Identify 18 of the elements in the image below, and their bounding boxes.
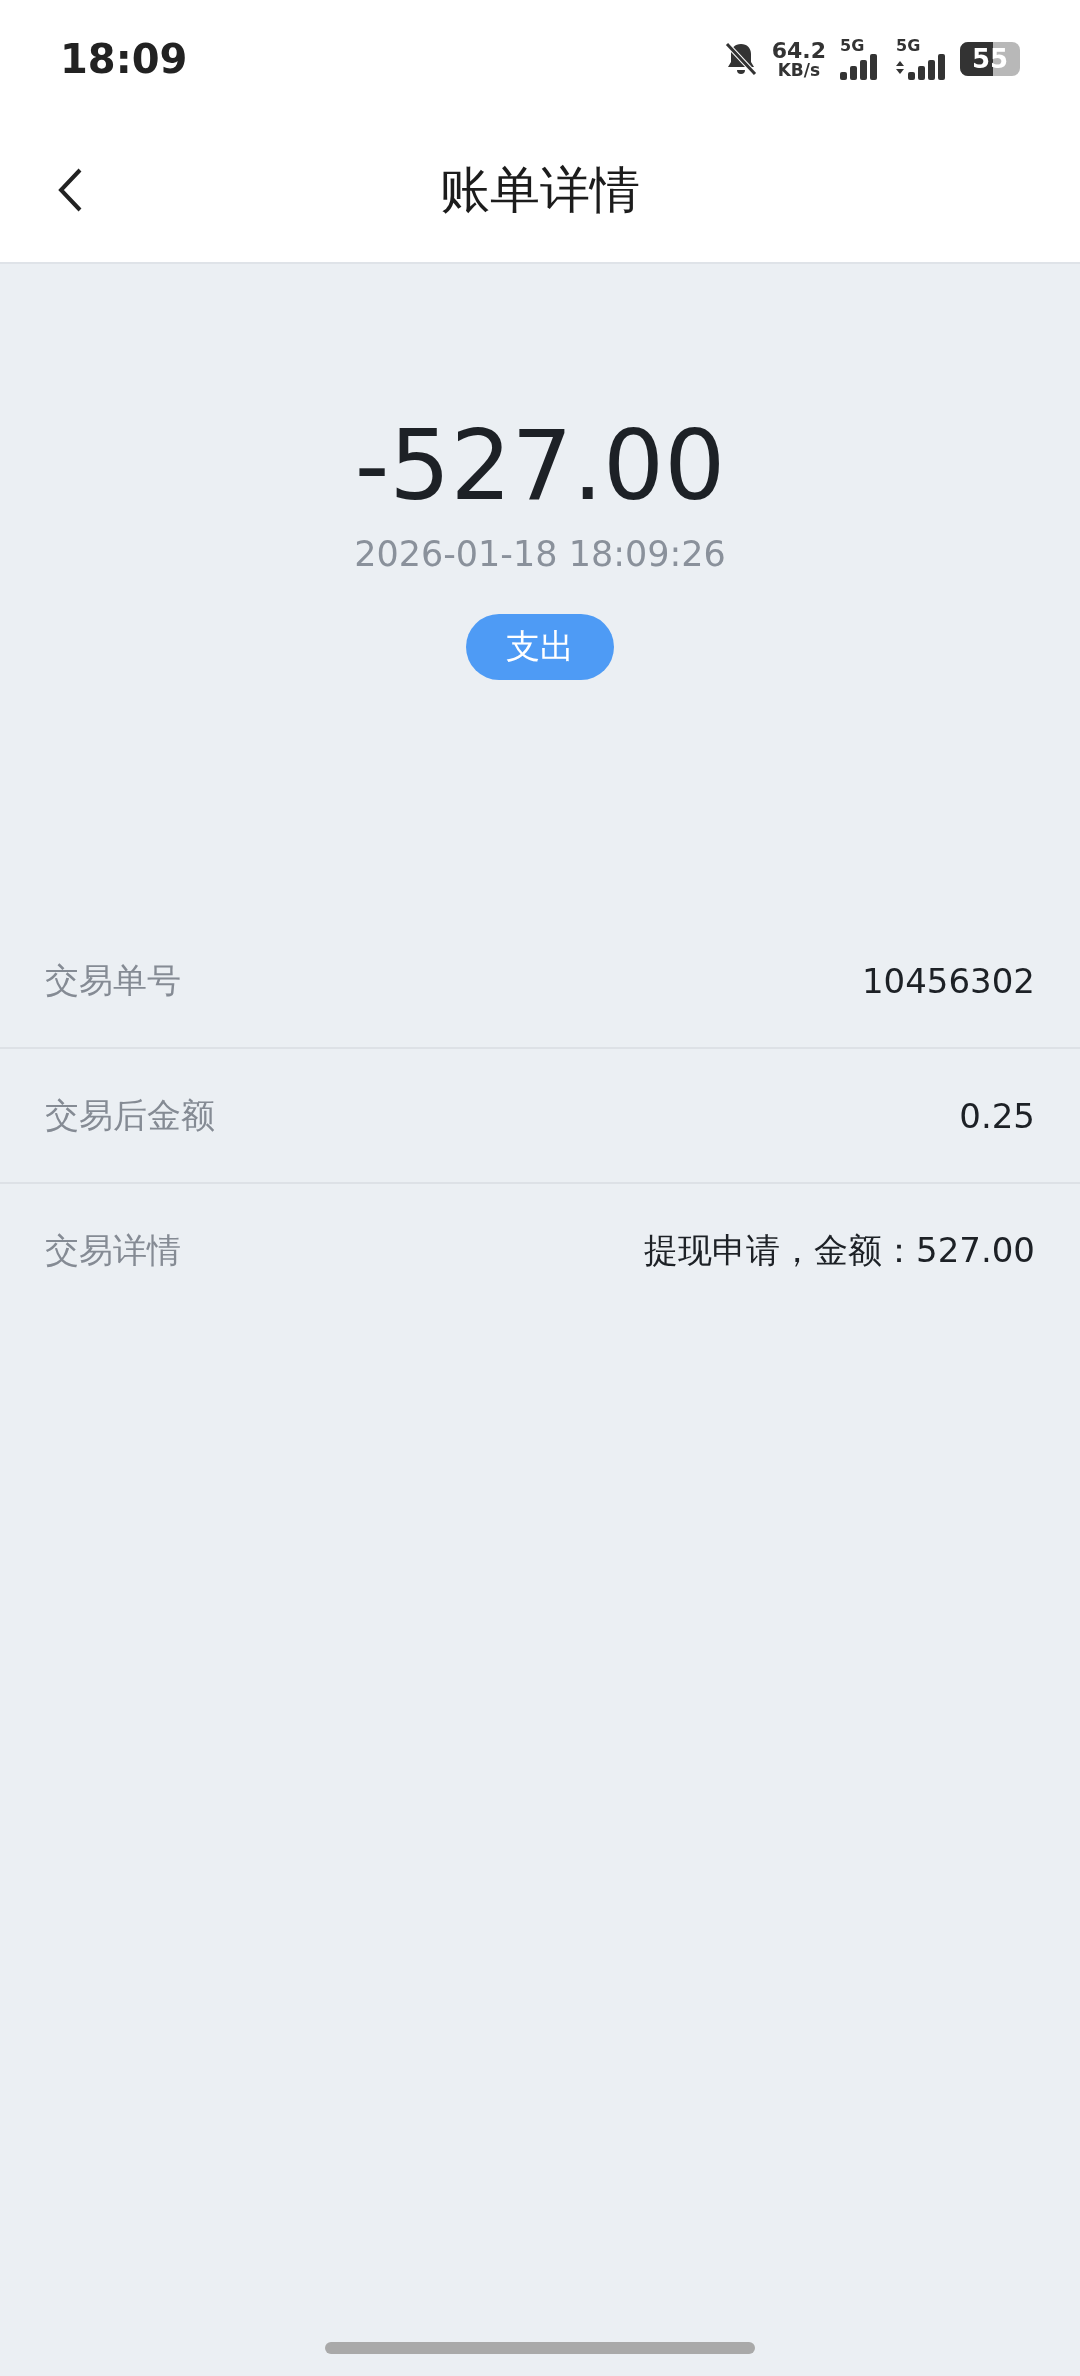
type-tag: 支出 — [466, 613, 614, 680]
detail-label: 交易详情 — [45, 1228, 181, 1272]
network-speed: 64.2 — [771, 39, 826, 62]
detail-value: 0.25 — [959, 1095, 1035, 1136]
network-type: 5G — [896, 38, 921, 54]
detail-value: 10456302 — [861, 960, 1035, 1001]
detail-label: 交易后金额 — [45, 1093, 215, 1137]
signal-icon — [896, 54, 946, 80]
transaction-time: 2026-01-18 18:09:26 — [354, 533, 726, 574]
network-type: 5G — [840, 38, 865, 54]
speed-unit: KB/s — [777, 61, 821, 79]
muted-bell-icon — [723, 41, 758, 77]
status-time: 18:09 — [60, 36, 188, 82]
detail-value: 提现申请，金额：527.00 — [644, 1228, 1035, 1272]
page-title: 账单详情 — [440, 159, 640, 221]
detail-label: 交易单号 — [45, 958, 181, 1002]
amount: -527.00 — [354, 414, 726, 520]
back-icon — [56, 167, 84, 213]
